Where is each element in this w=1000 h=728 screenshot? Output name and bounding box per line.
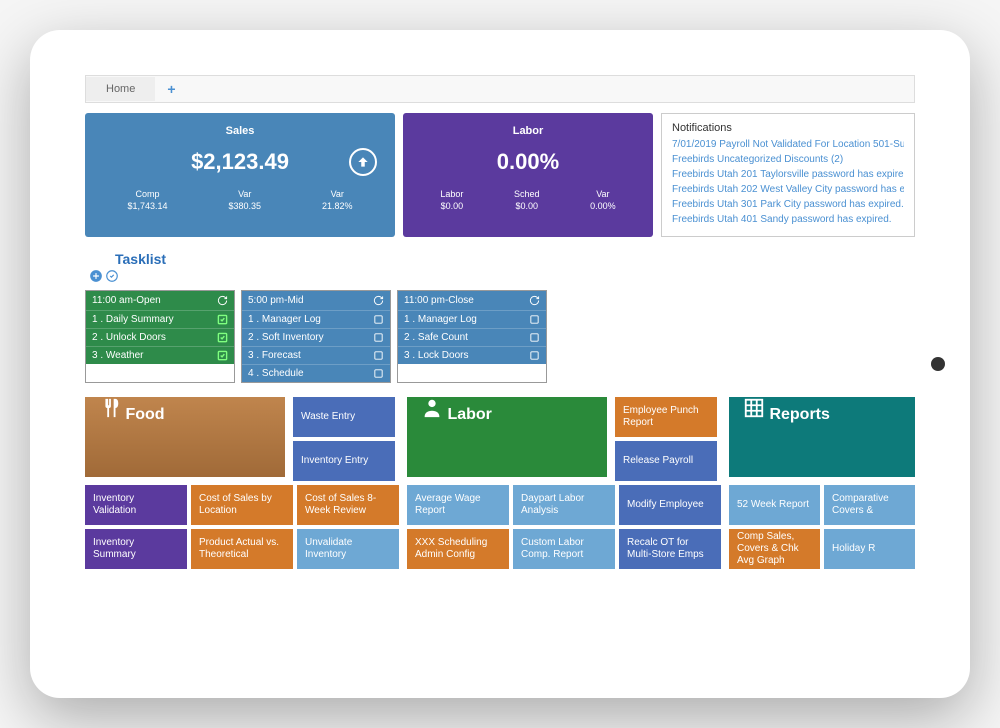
tile-custom-labor-comp[interactable]: Custom Labor Comp. Report xyxy=(513,529,615,569)
labor-hero[interactable]: Labor xyxy=(407,397,607,477)
checkbox-icon xyxy=(373,368,384,379)
grid-icon xyxy=(743,397,765,419)
tile-product-actual[interactable]: Product Actual vs. Theoretical xyxy=(191,529,293,569)
sales-card[interactable]: Sales $2,123.49 Comp$1,743.14 Var$380.35… xyxy=(85,113,395,237)
check-icon xyxy=(217,332,228,343)
tablet-frame: Home + Sales $2,123.49 Comp$1,743.14 Var… xyxy=(30,30,970,698)
food-group: Food Waste Entry Inventory Entry Invento… xyxy=(85,397,399,573)
utensils-icon xyxy=(99,397,121,419)
task-column-close: 11:00 pm-Close 1 . Manager Log 2 . Safe … xyxy=(397,290,547,383)
task-item[interactable]: 2 . Soft Inventory xyxy=(242,328,390,346)
tiles-row: Food Waste Entry Inventory Entry Invento… xyxy=(85,397,915,573)
checkbox-icon xyxy=(529,314,540,325)
reports-group: Reports 52 Week Report Comparative Cover… xyxy=(729,397,915,573)
checkbox-icon xyxy=(373,332,384,343)
notification-item[interactable]: 7/01/2019 Payroll Not Validated For Loca… xyxy=(672,138,904,151)
tile-cost-sales-location[interactable]: Cost of Sales by Location xyxy=(191,485,293,525)
reports-hero[interactable]: Reports xyxy=(729,397,915,477)
person-icon xyxy=(421,397,443,419)
labor-stats: Labor$0.00 Sched$0.00 Var0.00% xyxy=(415,189,641,211)
tile-modify-employee[interactable]: Modify Employee xyxy=(619,485,721,525)
notification-item[interactable]: Freebirds Utah 301 Park City password ha… xyxy=(672,198,904,211)
task-item[interactable]: 1 . Manager Log xyxy=(242,310,390,328)
labor-card[interactable]: Labor 0.00% Labor$0.00 Sched$0.00 Var0.0… xyxy=(403,113,653,237)
tile-comp-sales-covers[interactable]: Comp Sales, Covers & Chk Avg Graph xyxy=(729,529,820,569)
labor-group: Labor Employee Punch Report Release Payr… xyxy=(407,397,721,573)
task-item[interactable]: 3 . Lock Doors xyxy=(398,346,546,364)
tile-holiday[interactable]: Holiday R xyxy=(824,529,915,569)
notification-item[interactable]: Freebirds Utah 201 Taylorsville password… xyxy=(672,168,904,181)
task-item[interactable]: 4 . Schedule xyxy=(242,364,390,382)
tile-daypart-labor[interactable]: Daypart Labor Analysis xyxy=(513,485,615,525)
edit-icon[interactable] xyxy=(105,269,119,286)
labor-amount: 0.00% xyxy=(415,149,641,175)
screen: Home + Sales $2,123.49 Comp$1,743.14 Var… xyxy=(85,75,915,653)
tab-add[interactable]: + xyxy=(155,75,187,103)
notification-item[interactable]: Freebirds Uncategorized Discounts (2) xyxy=(672,153,904,166)
check-icon xyxy=(217,314,228,325)
tasklist-title: Tasklist xyxy=(115,251,915,267)
tile-52-week[interactable]: 52 Week Report xyxy=(729,485,820,525)
tile-cost-sales-8week[interactable]: Cost of Sales 8-Week Review xyxy=(297,485,399,525)
arrow-up-icon xyxy=(349,148,377,176)
tile-inventory-entry[interactable]: Inventory Entry xyxy=(293,441,395,481)
add-icon[interactable] xyxy=(89,269,103,286)
notifications-panel: Notifications 7/01/2019 Payroll Not Vali… xyxy=(661,113,915,237)
refresh-icon[interactable] xyxy=(373,295,384,306)
task-item[interactable]: 1 . Daily Summary xyxy=(86,310,234,328)
check-icon xyxy=(217,350,228,361)
tasklist-actions xyxy=(89,269,915,286)
tile-unvalidate-inventory[interactable]: Unvalidate Inventory xyxy=(297,529,399,569)
tile-recalc-ot[interactable]: Recalc OT for Multi-Store Emps xyxy=(619,529,721,569)
checkbox-icon xyxy=(373,350,384,361)
sales-amount: $2,123.49 xyxy=(97,149,383,175)
tile-comparative-covers[interactable]: Comparative Covers & xyxy=(824,485,915,525)
checkbox-icon xyxy=(529,350,540,361)
summary-row: Sales $2,123.49 Comp$1,743.14 Var$380.35… xyxy=(85,113,915,237)
device-home-button[interactable] xyxy=(931,357,945,371)
tasklist-section: Tasklist 11:00 am-Open 1 . Daily Summary… xyxy=(85,251,915,383)
notifications-title: Notifications xyxy=(672,122,904,134)
labor-title: Labor xyxy=(415,125,641,137)
notification-item[interactable]: Freebirds Utah 401 Sandy password has ex… xyxy=(672,213,904,226)
tab-bar: Home + xyxy=(85,75,915,103)
tile-inventory-summary[interactable]: Inventory Summary xyxy=(85,529,187,569)
tile-scheduling-admin[interactable]: XXX Scheduling Admin Config xyxy=(407,529,509,569)
task-column-open: 11:00 am-Open 1 . Daily Summary 2 . Unlo… xyxy=(85,290,235,383)
tile-waste-entry[interactable]: Waste Entry xyxy=(293,397,395,437)
refresh-icon[interactable] xyxy=(217,295,228,306)
task-item[interactable]: 3 . Forecast xyxy=(242,346,390,364)
task-item[interactable]: 3 . Weather xyxy=(86,346,234,364)
tile-inventory-validation[interactable]: Inventory Validation xyxy=(85,485,187,525)
tile-release-payroll[interactable]: Release Payroll xyxy=(615,441,717,481)
task-item[interactable]: 2 . Safe Count xyxy=(398,328,546,346)
checkbox-icon xyxy=(529,332,540,343)
task-item[interactable]: 1 . Manager Log xyxy=(398,310,546,328)
tile-employee-punch[interactable]: Employee Punch Report xyxy=(615,397,717,437)
sales-stats: Comp$1,743.14 Var$380.35 Var21.82% xyxy=(97,189,383,211)
food-hero[interactable]: Food xyxy=(85,397,285,477)
tab-home[interactable]: Home xyxy=(86,77,155,101)
task-column-mid: 5:00 pm-Mid 1 . Manager Log 2 . Soft Inv… xyxy=(241,290,391,383)
tile-avg-wage[interactable]: Average Wage Report xyxy=(407,485,509,525)
sales-title: Sales xyxy=(97,125,383,137)
refresh-icon[interactable] xyxy=(529,295,540,306)
task-item[interactable]: 2 . Unlock Doors xyxy=(86,328,234,346)
notification-item[interactable]: Freebirds Utah 202 West Valley City pass… xyxy=(672,183,904,196)
checkbox-icon xyxy=(373,314,384,325)
task-columns: 11:00 am-Open 1 . Daily Summary 2 . Unlo… xyxy=(85,290,915,383)
